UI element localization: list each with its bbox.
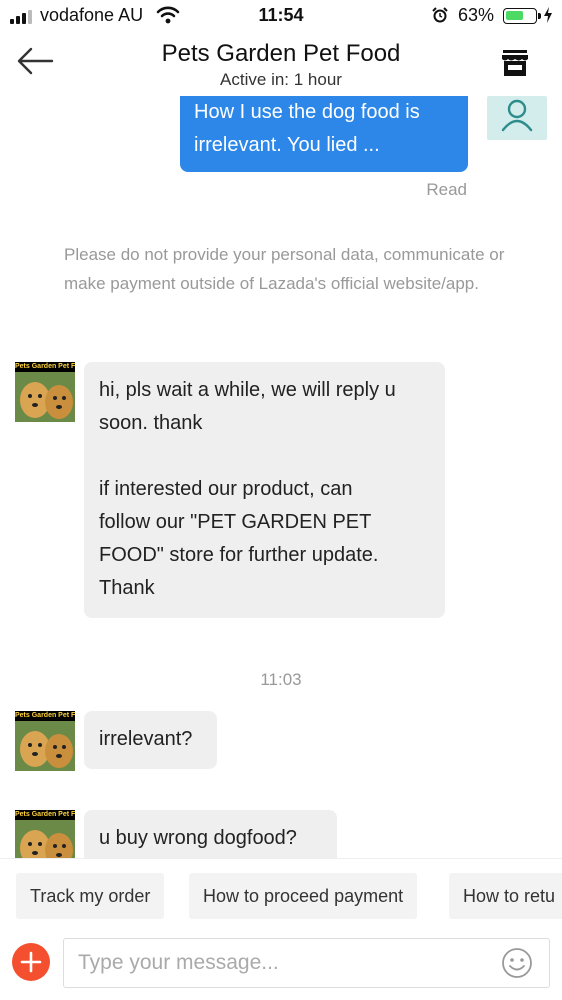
quick-replies: Track my order How to proceed payment Ho…: [0, 858, 562, 936]
message-input[interactable]: [78, 939, 498, 987]
status-bar: vodafone AU 11:54 63%: [0, 0, 562, 32]
seller-avatar-label: Pets Garden Pet Food: [15, 810, 75, 820]
active-status: Active in: 1 hour: [220, 70, 342, 89]
message-line: Thank: [99, 577, 155, 599]
seller-avatar-label: Pets Garden Pet Food: [15, 362, 75, 372]
user-icon: [501, 99, 533, 132]
alarm-icon: [432, 7, 448, 23]
battery-percent: 63%: [458, 5, 495, 25]
message-composer: [0, 936, 562, 1000]
user-avatar: [487, 96, 547, 140]
add-button[interactable]: [12, 943, 50, 981]
quick-reply-return[interactable]: How to retu: [449, 873, 562, 919]
message-line: irrelevant?: [99, 728, 193, 750]
message-field: [63, 938, 550, 988]
incoming-message[interactable]: u buy wrong dogfood?: [84, 810, 337, 858]
seller-avatar-label: Pets Garden Pet Food: [15, 711, 75, 721]
privacy-notice: Please do not provide your personal data…: [64, 245, 505, 293]
message-line: irrelevant. You lied ...: [194, 134, 380, 156]
incoming-message[interactable]: irrelevant?: [84, 711, 217, 769]
quick-reply-payment[interactable]: How to proceed payment: [189, 873, 418, 919]
message-line: follow our "PET GARDEN PET: [99, 511, 372, 533]
time-separator: 11:03: [260, 670, 302, 689]
message-list[interactable]: How I use the dog food is irrelevant. Yo…: [0, 92, 562, 858]
outgoing-message[interactable]: How I use the dog food is irrelevant. Yo…: [180, 96, 468, 172]
message-line: soon. thank: [99, 412, 203, 434]
seller-avatar[interactable]: Pets Garden Pet Food: [15, 362, 75, 422]
quick-reply-track-order[interactable]: Track my order: [16, 873, 165, 919]
message-line: u buy wrong dogfood?: [99, 827, 297, 849]
incoming-message[interactable]: hi, pls wait a while, we will reply u so…: [84, 362, 445, 618]
store-icon[interactable]: [500, 48, 530, 78]
message-line: FOOD" store for further update.: [99, 544, 379, 566]
page-title: Pets Garden Pet Food: [161, 40, 401, 67]
seller-avatar[interactable]: Pets Garden Pet Food: [15, 810, 75, 858]
read-receipt: Read: [426, 180, 467, 199]
message-line: hi, pls wait a while, we will reply u: [99, 379, 396, 401]
message-line: if interested our product, can: [99, 478, 353, 500]
seller-avatar[interactable]: Pets Garden Pet Food: [15, 711, 75, 771]
plus-icon: [20, 951, 42, 973]
message-line: How I use the dog food is: [194, 101, 420, 123]
battery-icon: [503, 8, 541, 24]
battery-level: [506, 11, 523, 20]
charging-icon: [544, 7, 552, 23]
emoji-icon[interactable]: [501, 947, 533, 979]
chat-header: Pets Garden Pet Food Active in: 1 hour: [0, 32, 562, 92]
